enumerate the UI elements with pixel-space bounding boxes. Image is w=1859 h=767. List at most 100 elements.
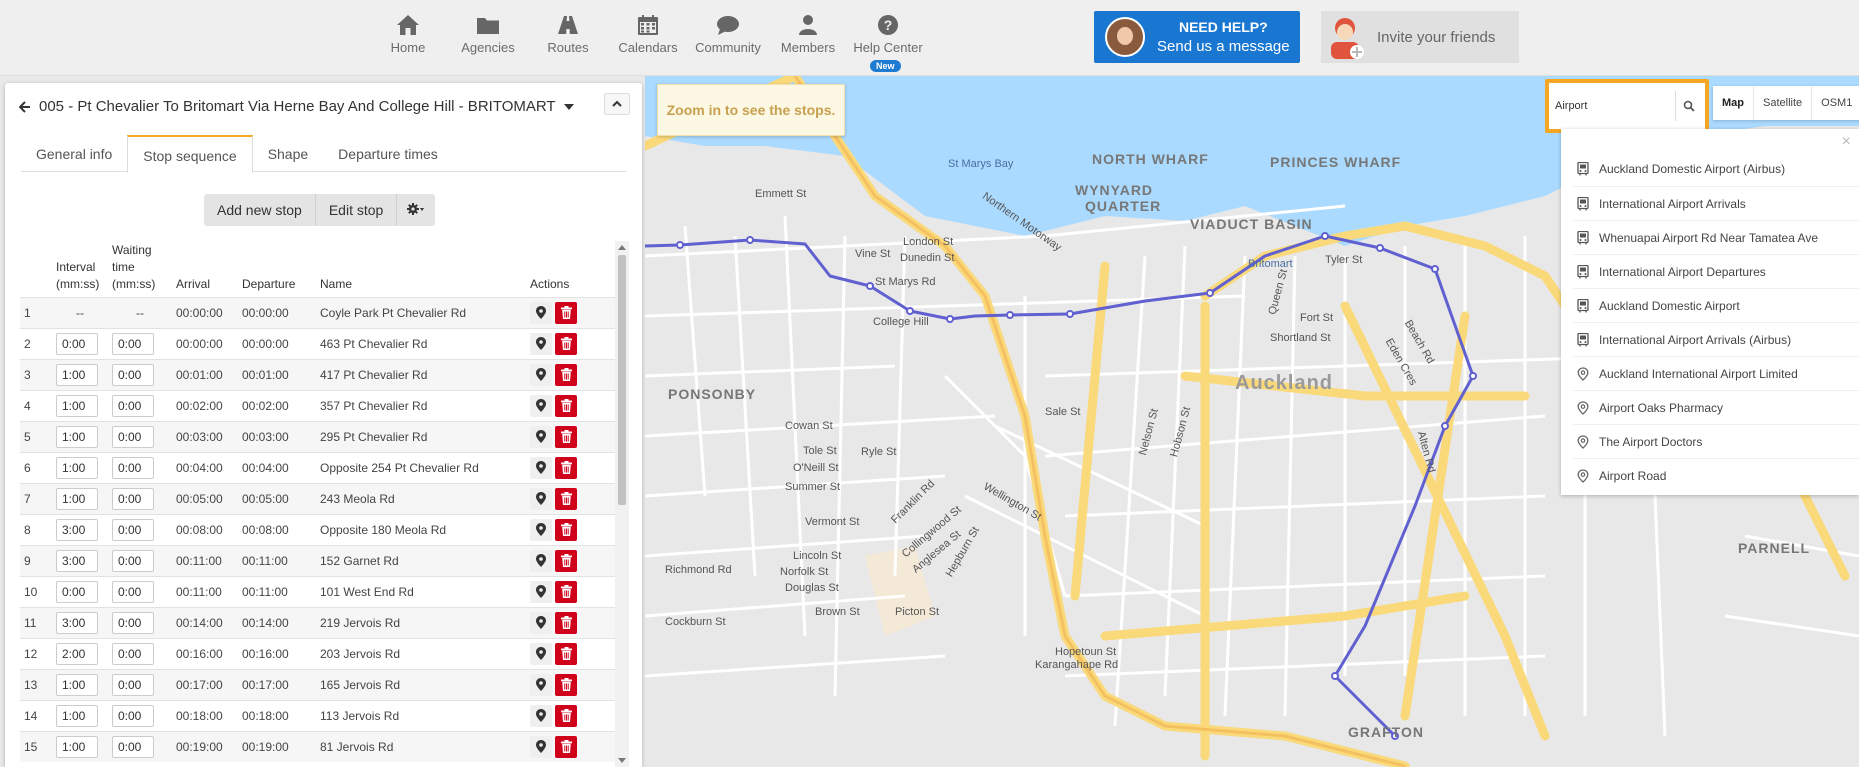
tab-shape[interactable]: Shape [253, 135, 323, 172]
trash-icon[interactable] [555, 704, 577, 727]
tab-departure-times[interactable]: Departure times [323, 135, 453, 172]
nav-home[interactable]: Home [368, 10, 448, 55]
interval-input[interactable] [56, 642, 98, 665]
trash-icon[interactable] [555, 301, 577, 324]
trash-icon[interactable] [555, 580, 577, 603]
map-marker-icon[interactable] [530, 332, 552, 355]
table-row[interactable]: 4 00:02:00 00:02:00 357 Pt Chevalier Rd [20, 390, 620, 421]
map-marker-icon[interactable] [530, 487, 552, 510]
search-result-item[interactable]: The Airport Doctors [1573, 424, 1859, 458]
table-row[interactable]: 1 -- -- 00:00:00 00:00:00 Coyle Park Pt Cheva… [20, 297, 620, 328]
waiting-time-input[interactable] [112, 332, 154, 355]
interval-input[interactable] [56, 425, 98, 448]
table-row[interactable]: 5 00:03:00 00:03:00 295 Pt Chevalier Rd [20, 421, 620, 452]
map-marker-icon[interactable] [530, 301, 552, 324]
trash-icon[interactable] [555, 394, 577, 417]
map-marker-icon[interactable] [530, 363, 552, 386]
waiting-time-input[interactable] [112, 456, 154, 479]
search-result-item[interactable]: Whenuapai Airport Rd Near Tamatea Ave [1573, 220, 1859, 254]
map-marker-icon[interactable] [530, 518, 552, 541]
trash-icon[interactable] [555, 363, 577, 386]
trash-icon[interactable] [555, 735, 577, 758]
table-row[interactable]: 15 00:19:00 00:19:00 81 Jervois Rd [20, 731, 620, 762]
interval-input[interactable] [56, 704, 98, 727]
waiting-time-input[interactable] [112, 363, 154, 386]
trash-icon[interactable] [555, 332, 577, 355]
table-row[interactable]: 11 00:14:00 00:14:00 219 Jervois Rd [20, 607, 620, 638]
invite-friends-button[interactable]: Invite your friends [1321, 11, 1519, 63]
trash-icon[interactable] [555, 425, 577, 448]
search-result-item[interactable]: International Airport Departures [1573, 254, 1859, 288]
map-marker-icon[interactable] [530, 425, 552, 448]
search-result-item[interactable]: Auckland Domestic Airport [1573, 288, 1859, 322]
add-new-stop-button[interactable]: Add new stop [204, 194, 316, 226]
search-result-item[interactable]: Airport Oaks Pharmacy [1573, 390, 1859, 424]
interval-input[interactable] [56, 611, 98, 634]
scroll-thumb[interactable] [618, 255, 626, 505]
map-type-satellite[interactable]: Satellite [1754, 86, 1813, 120]
map-marker-icon[interactable] [530, 611, 552, 634]
waiting-time-input[interactable] [112, 673, 154, 696]
scroll-up-arrow[interactable] [618, 245, 626, 250]
nav-routes[interactable]: Routes [528, 10, 608, 55]
table-row[interactable]: 14 00:18:00 00:18:00 113 Jervois Rd [20, 700, 620, 731]
waiting-time-input[interactable] [112, 549, 154, 572]
table-row[interactable]: 7 00:05:00 00:05:00 243 Meola Rd [20, 483, 620, 514]
interval-input[interactable] [56, 518, 98, 541]
interval-input[interactable] [56, 363, 98, 386]
table-row[interactable]: 6 00:04:00 00:04:00 Opposite 254 Pt Chevali… [20, 452, 620, 483]
interval-input[interactable] [56, 549, 98, 572]
settings-dropdown-button[interactable] [397, 194, 436, 226]
waiting-time-input[interactable] [112, 704, 154, 727]
trash-icon[interactable] [555, 673, 577, 696]
search-result-item[interactable]: International Airport Arrivals [1573, 186, 1859, 220]
scroll-down-arrow[interactable] [618, 758, 626, 763]
waiting-time-input[interactable] [112, 735, 154, 758]
nav-calendars[interactable]: Calendars [608, 10, 688, 55]
table-row[interactable]: 10 00:11:00 00:11:00 101 West End Rd [20, 576, 620, 607]
map-marker-icon[interactable] [530, 456, 552, 479]
trash-icon[interactable] [555, 611, 577, 634]
search-result-item[interactable]: International Airport Arrivals (Airbus) [1573, 322, 1859, 356]
search-result-item[interactable]: Auckland Domestic Airport (Airbus) [1573, 152, 1859, 186]
map-type-osm[interactable]: OSM1 [1812, 86, 1859, 120]
interval-input[interactable] [56, 735, 98, 758]
waiting-time-input[interactable] [112, 611, 154, 634]
nav-help-center[interactable]: ? Help Center New [848, 10, 928, 72]
close-icon[interactable]: × [1842, 133, 1851, 151]
waiting-time-input[interactable] [112, 394, 154, 417]
map-search-input[interactable] [1555, 93, 1673, 119]
search-result-item[interactable]: Airport Road [1573, 458, 1859, 492]
trash-icon[interactable] [555, 487, 577, 510]
collapse-panel-button[interactable] [604, 93, 630, 115]
interval-input[interactable] [56, 394, 98, 417]
tab-general-info[interactable]: General info [21, 135, 127, 172]
table-row[interactable]: 3 00:01:00 00:01:00 417 Pt Chevalier Rd [20, 359, 620, 390]
trash-icon[interactable] [555, 642, 577, 665]
table-row[interactable]: 13 00:17:00 00:17:00 165 Jervois Rd [20, 669, 620, 700]
need-help-button[interactable]: NEED HELP? Send us a message [1094, 11, 1300, 63]
waiting-time-input[interactable] [112, 642, 154, 665]
map-marker-icon[interactable] [530, 642, 552, 665]
map-marker-icon[interactable] [530, 673, 552, 696]
interval-input[interactable] [56, 580, 98, 603]
tab-stop-sequence[interactable]: Stop sequence [127, 135, 253, 173]
table-row[interactable]: 12 00:16:00 00:16:00 203 Jervois Rd [20, 638, 620, 669]
waiting-time-input[interactable] [112, 425, 154, 448]
trash-icon[interactable] [555, 549, 577, 572]
waiting-time-input[interactable] [112, 518, 154, 541]
table-scrollbar[interactable] [615, 241, 629, 767]
interval-input[interactable] [56, 332, 98, 355]
table-row[interactable]: 8 00:08:00 00:08:00 Opposite 180 Meola Rd [20, 514, 620, 545]
trash-icon[interactable] [555, 456, 577, 479]
nav-agencies[interactable]: Agencies [448, 10, 528, 55]
map-marker-icon[interactable] [530, 394, 552, 417]
waiting-time-input[interactable] [112, 580, 154, 603]
nav-members[interactable]: Members [768, 10, 848, 55]
interval-input[interactable] [56, 673, 98, 696]
waiting-time-input[interactable] [112, 487, 154, 510]
map-type-map[interactable]: Map [1713, 86, 1754, 120]
map-marker-icon[interactable] [530, 704, 552, 727]
search-result-item[interactable]: Auckland International Airport Limited [1573, 356, 1859, 390]
trash-icon[interactable] [555, 518, 577, 541]
